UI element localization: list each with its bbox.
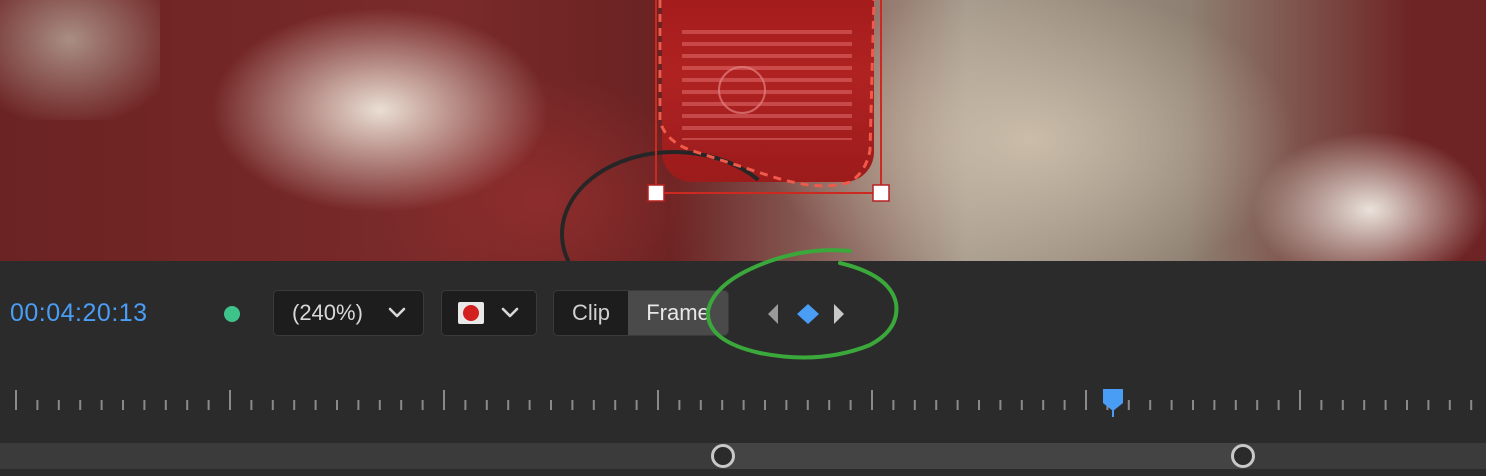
mask-bounding-box[interactable] [655,0,882,194]
range-end-handle[interactable] [1231,444,1255,468]
chevron-down-icon [388,307,406,318]
range-start-handle[interactable] [711,444,735,468]
mask-handle-bottom-left[interactable] [647,184,665,202]
video-preview[interactable] [0,0,1486,261]
playhead-marker[interactable] [1101,387,1125,417]
mask-handle-bottom-right[interactable] [872,184,890,202]
chevron-down-icon [501,307,519,318]
clip-button[interactable]: Clip [554,291,628,335]
record-swatch-icon [458,302,484,324]
annotation-circle [705,248,899,360]
mask-path[interactable] [658,0,876,188]
zoom-dropdown[interactable]: (240%) [273,290,424,336]
mask-color-dropdown[interactable] [441,290,537,336]
mask-overlay[interactable] [0,0,1486,261]
video-editor: 00:04:20:13 (240%) Clip Frame [0,0,1486,476]
timeline-ruler[interactable] [0,386,1486,416]
zoom-level: (240%) [292,300,363,325]
timecode-display[interactable]: 00:04:20:13 [10,299,148,328]
range-selection[interactable] [723,443,1243,469]
player-controls: 00:04:20:13 (240%) Clip Frame [0,248,1486,476]
status-dot-icon [224,306,240,322]
swatch-red-dot [463,305,479,321]
